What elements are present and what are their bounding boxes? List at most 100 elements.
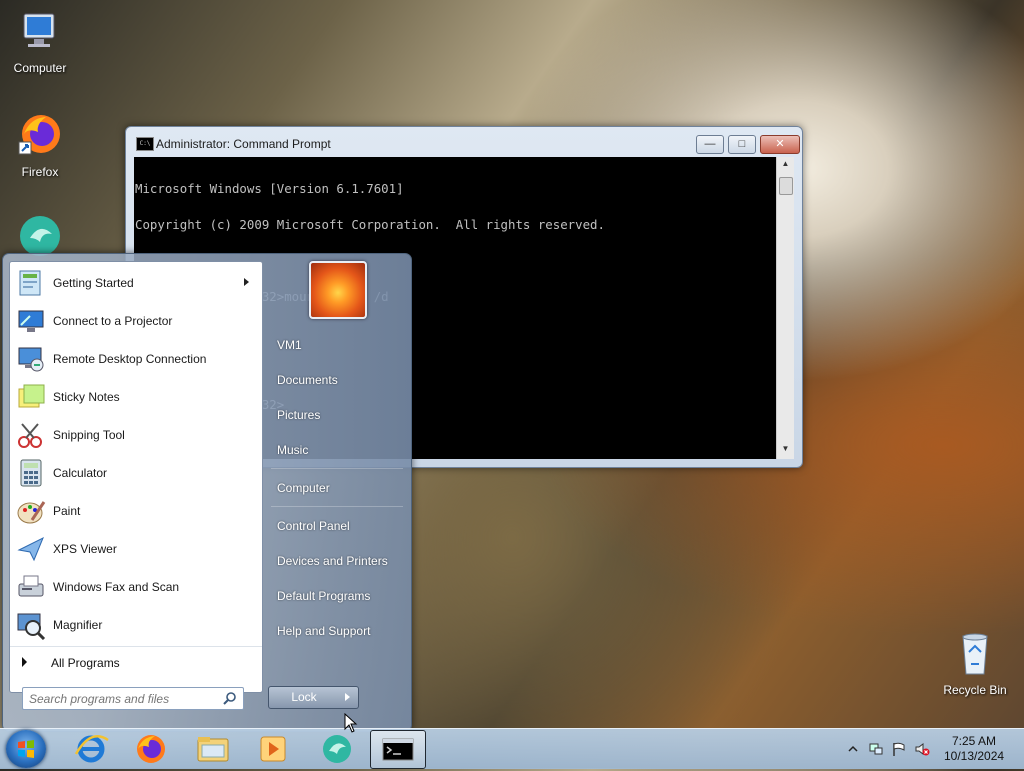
program-item-remote-desktop[interactable]: Remote Desktop Connection xyxy=(10,340,262,378)
sticky-notes-icon xyxy=(18,384,45,408)
program-label: Connect to a Projector xyxy=(53,314,173,328)
getting-started-icon xyxy=(19,270,41,296)
desktop-icon-label: Computer xyxy=(13,61,67,75)
close-icon: ✕ xyxy=(775,138,785,150)
xps-viewer-icon xyxy=(17,536,44,562)
start-menu: Getting Started Connect to a Projector R… xyxy=(2,253,412,732)
firefox-icon xyxy=(137,735,165,763)
user-picture[interactable] xyxy=(309,261,367,319)
taskbar-media-player[interactable] xyxy=(246,730,300,767)
desktop-icon-label: Firefox xyxy=(21,165,59,179)
program-item-calculator[interactable]: Calculator xyxy=(10,454,262,492)
right-item-documents[interactable]: Documents xyxy=(277,373,338,387)
snipping-tool-icon xyxy=(18,423,42,448)
programs-list: Getting Started Connect to a Projector R… xyxy=(9,261,263,693)
right-item-help-support[interactable]: Help and Support xyxy=(277,624,370,638)
close-button[interactable]: ✕ xyxy=(760,135,800,154)
calculator-icon xyxy=(20,459,42,487)
program-label: Sticky Notes xyxy=(53,390,120,404)
program-label: Remote Desktop Connection xyxy=(53,352,207,366)
taskbar-firefox[interactable] xyxy=(124,730,178,767)
magnifier-icon xyxy=(17,613,46,640)
program-label: Snipping Tool xyxy=(53,428,125,442)
taskbar: 7:25 AM 10/13/2024 xyxy=(0,728,1024,769)
program-label: Calculator xyxy=(53,466,108,480)
submenu-arrow-icon xyxy=(244,278,249,286)
program-item-fax-scan[interactable]: Windows Fax and Scan xyxy=(10,568,262,606)
clock-date: 10/13/2024 xyxy=(944,749,1005,763)
desktop-icon-computer[interactable]: Computer xyxy=(0,8,80,75)
action-center-flag-icon[interactable] xyxy=(891,741,907,757)
start-button[interactable] xyxy=(6,730,46,768)
taskbar-explorer[interactable] xyxy=(186,730,240,767)
maximize-button[interactable]: □ xyxy=(728,135,756,154)
program-item-sticky-notes[interactable]: Sticky Notes xyxy=(10,378,262,416)
program-label: XPS Viewer xyxy=(53,542,117,556)
mouse-cursor-icon xyxy=(344,713,358,733)
shutdown-options-button[interactable] xyxy=(338,686,359,709)
network-icon[interactable] xyxy=(868,741,884,757)
scrollbar-thumb[interactable] xyxy=(779,177,793,195)
all-programs-button[interactable]: All Programs xyxy=(10,646,262,677)
taskbar-internet-explorer[interactable] xyxy=(64,730,118,767)
firefox-icon xyxy=(18,115,60,155)
internet-explorer-icon xyxy=(74,735,109,763)
taskbar-command-prompt[interactable] xyxy=(370,730,426,769)
program-item-projector[interactable]: Connect to a Projector xyxy=(10,302,262,340)
lock-button[interactable]: Lock xyxy=(268,686,340,709)
right-item-default-programs[interactable]: Default Programs xyxy=(277,589,370,603)
program-label: Windows Fax and Scan xyxy=(53,580,180,594)
system-clock[interactable]: 7:25 AM 10/13/2024 xyxy=(944,734,1004,764)
scroll-up-icon[interactable]: ▲ xyxy=(777,159,794,168)
projector-icon xyxy=(18,310,44,332)
windows-logo-icon xyxy=(18,740,34,758)
command-prompt-icon: C:\ xyxy=(136,137,154,151)
explorer-icon xyxy=(197,737,229,762)
program-label: Magnifier xyxy=(53,618,103,632)
taskbar-app[interactable] xyxy=(310,730,364,767)
console-line: Microsoft Windows [Version 6.1.7601] xyxy=(135,181,404,196)
right-item-computer[interactable]: Computer xyxy=(277,481,330,495)
divider xyxy=(271,468,403,469)
program-item-xps-viewer[interactable]: XPS Viewer xyxy=(10,530,262,568)
clock-time: 7:25 AM xyxy=(951,734,997,748)
minimize-button[interactable]: — xyxy=(696,135,724,154)
program-item-paint[interactable]: Paint xyxy=(10,492,262,530)
vertical-scrollbar[interactable]: ▲ ▼ xyxy=(776,157,794,459)
command-prompt-icon xyxy=(382,738,414,761)
program-item-magnifier[interactable]: Magnifier xyxy=(10,606,262,644)
desktop-icon-recycle-bin[interactable]: Recycle Bin xyxy=(935,630,1015,697)
paint-icon xyxy=(17,501,46,524)
right-item-music[interactable]: Music xyxy=(277,443,308,457)
right-item-devices-printers[interactable]: Devices and Printers xyxy=(277,554,388,568)
desktop-icon-firefox[interactable]: Firefox xyxy=(0,112,80,179)
program-item-snipping-tool[interactable]: Snipping Tool xyxy=(10,416,262,454)
computer-icon xyxy=(23,13,55,47)
volume-muted-icon[interactable] xyxy=(914,741,930,757)
program-item-getting-started[interactable]: Getting Started xyxy=(10,264,262,302)
program-label: Getting Started xyxy=(53,276,134,290)
console-line: Copyright (c) 2009 Microsoft Corporation… xyxy=(135,217,605,232)
media-player-icon xyxy=(260,736,286,762)
minimize-icon: — xyxy=(704,138,716,150)
show-hidden-icons-icon[interactable] xyxy=(845,741,861,757)
chevron-right-icon xyxy=(345,693,350,701)
scroll-down-icon[interactable]: ▼ xyxy=(777,444,794,453)
maximize-icon: □ xyxy=(738,138,746,150)
desktop-icon-label: Recycle Bin xyxy=(943,683,1007,697)
program-label: Paint xyxy=(53,504,81,518)
right-item-pictures[interactable]: Pictures xyxy=(277,408,320,422)
window-title: Administrator: Command Prompt xyxy=(156,137,331,151)
search-box[interactable] xyxy=(22,687,244,710)
search-icon[interactable] xyxy=(223,691,237,705)
recycle-bin-icon xyxy=(962,633,988,675)
remote-desktop-icon xyxy=(18,347,44,372)
chevron-right-icon xyxy=(22,657,27,667)
fax-scan-icon xyxy=(18,575,44,597)
search-input[interactable] xyxy=(27,690,216,708)
all-programs-label: All Programs xyxy=(51,656,120,670)
right-item-control-panel[interactable]: Control Panel xyxy=(277,519,350,533)
right-item-user[interactable]: VM1 xyxy=(277,338,302,352)
divider xyxy=(271,506,403,507)
app-icon xyxy=(323,735,351,763)
